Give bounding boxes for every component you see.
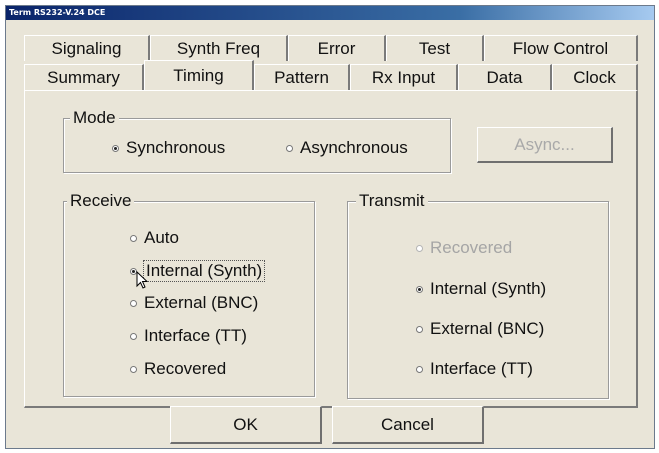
tab-data[interactable]: Data <box>458 64 552 90</box>
radio-dot-icon <box>416 244 423 252</box>
mouse-pointer-icon <box>136 271 149 289</box>
transmit-interface-tt[interactable]: Interface (TT) <box>416 359 533 379</box>
transmit-label: Transmit <box>356 191 428 211</box>
transmit-internal-synth[interactable]: Internal (Synth) <box>416 279 546 299</box>
async-button[interactable]: Async... <box>477 127 613 163</box>
radio-dot-icon <box>416 365 423 373</box>
tab-rx-input[interactable]: Rx Input <box>350 64 458 90</box>
radio-label: External (BNC) <box>144 293 259 312</box>
tab-summary[interactable]: Summary <box>24 64 144 90</box>
timing-panel: Mode Synchronous Asynchronous Async... R… <box>24 90 638 408</box>
radio-dot-icon <box>130 332 137 340</box>
receive-internal-synth[interactable]: Internal (Synth) <box>130 260 266 282</box>
tab-test[interactable]: Test <box>386 35 484 61</box>
radio-asynchronous[interactable]: Asynchronous <box>286 138 408 158</box>
tab-row-back: Signaling Synth Freq Error Test Flow Con… <box>24 35 638 61</box>
radio-label: Asynchronous <box>300 138 408 157</box>
radio-label: Synchronous <box>126 138 226 157</box>
tab-flow-control[interactable]: Flow Control <box>484 35 638 61</box>
tab-synth-freq[interactable]: Synth Freq <box>150 35 288 61</box>
tab-clock[interactable]: Clock <box>552 64 638 90</box>
receive-auto[interactable]: Auto <box>130 228 179 248</box>
tab-signaling[interactable]: Signaling <box>24 35 150 61</box>
dialog-window: Term RS232-V.24 DCE Signaling Synth Freq… <box>5 5 655 449</box>
radio-dot-icon <box>112 144 119 152</box>
tab-pattern[interactable]: Pattern <box>254 64 350 90</box>
tab-error[interactable]: Error <box>288 35 386 61</box>
radio-dot-icon <box>130 365 137 373</box>
mode-label: Mode <box>70 108 119 128</box>
radio-dot-icon <box>416 325 423 333</box>
receive-external-bnc[interactable]: External (BNC) <box>130 293 258 313</box>
radio-dot-icon <box>286 144 293 152</box>
receive-recovered[interactable]: Recovered <box>130 359 226 379</box>
transmit-recovered[interactable]: Recovered <box>416 238 512 258</box>
radio-label: Interface (TT) <box>430 359 533 378</box>
receive-label: Receive <box>67 191 135 211</box>
radio-label: Interface (TT) <box>144 326 247 345</box>
transmit-external-bnc[interactable]: External (BNC) <box>416 319 544 339</box>
radio-dot-icon <box>130 299 137 307</box>
radio-label: Recovered <box>430 238 513 257</box>
cancel-button[interactable]: Cancel <box>332 406 484 444</box>
radio-label: Auto <box>144 228 179 247</box>
radio-label: External (BNC) <box>430 319 545 338</box>
radio-synchronous[interactable]: Synchronous <box>112 138 225 158</box>
radio-label: Internal (Synth) <box>142 260 266 282</box>
receive-group: Receive Auto Internal (Synth) External (… <box>63 191 315 397</box>
receive-interface-tt[interactable]: Interface (TT) <box>130 326 247 346</box>
radio-dot-icon <box>130 234 137 242</box>
radio-label: Recovered <box>144 359 227 378</box>
radio-dot-icon <box>416 285 423 293</box>
mode-group: Mode Synchronous Asynchronous <box>63 108 451 173</box>
ok-button[interactable]: OK <box>170 406 322 444</box>
tab-timing[interactable]: Timing <box>144 60 254 90</box>
title-bar: Term RS232-V.24 DCE <box>6 6 654 20</box>
tab-row-front: Summary Timing Pattern Rx Input Data Clo… <box>24 60 638 90</box>
radio-label: Internal (Synth) <box>430 279 547 298</box>
transmit-group: Transmit Recovered Internal (Synth) Exte… <box>347 191 609 399</box>
